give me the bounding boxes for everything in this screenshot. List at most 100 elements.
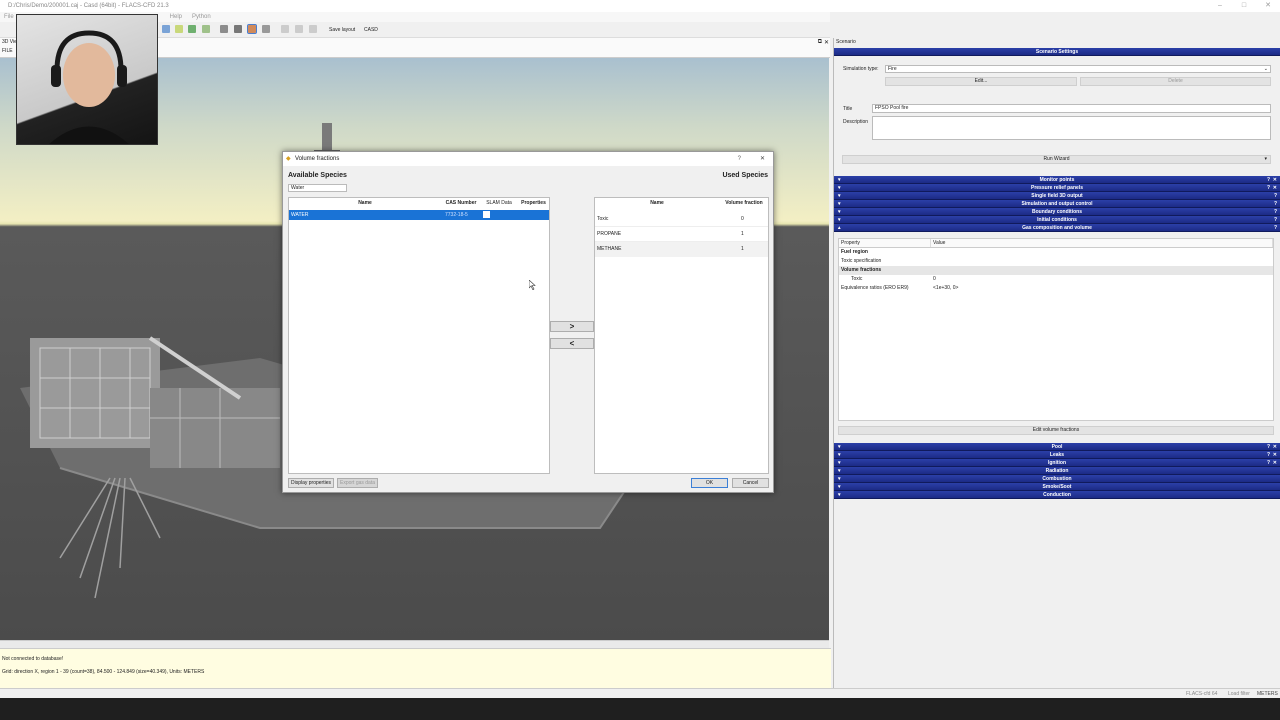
tool-filter-icon[interactable] xyxy=(175,25,183,33)
section-sim-output-control[interactable]: ▾ Simulation and output control? xyxy=(834,200,1280,208)
col-cas[interactable]: CAS Number xyxy=(441,199,481,208)
prop-row[interactable]: Fuel region xyxy=(839,248,1273,257)
help-icon[interactable]: ? xyxy=(1267,176,1270,184)
species-row-water[interactable]: WATER 7732-18-5 xyxy=(289,210,549,220)
help-button[interactable]: ? xyxy=(738,152,741,166)
expand-icon: ▾ xyxy=(838,177,841,183)
section-boundary-conditions[interactable]: ▾ Boundary conditions? xyxy=(834,208,1280,216)
tool-rotate-icon[interactable] xyxy=(295,25,303,33)
section-radiation[interactable]: ▾ Radiation xyxy=(834,467,1280,475)
col-name[interactable]: Name xyxy=(289,199,441,208)
expand-icon: ▾ xyxy=(838,201,841,207)
tool-select-icon[interactable] xyxy=(162,25,170,33)
section-conduction[interactable]: ▾ Conduction xyxy=(834,491,1280,499)
run-wizard-button[interactable]: Run Wizard ▾ xyxy=(842,155,1271,164)
export-gas-data-button[interactable]: Export gas data xyxy=(337,478,378,488)
col-volume-fraction[interactable]: Volume fraction xyxy=(719,199,769,208)
help-icon[interactable]: ? xyxy=(1267,184,1270,192)
expand-icon: ▾ xyxy=(838,444,841,450)
section-single-field[interactable]: ▾ Single field 3D output? xyxy=(834,192,1280,200)
section-label: Ignition xyxy=(1047,460,1067,466)
section-leaks[interactable]: ▾ Leaks? ✕ xyxy=(834,451,1280,459)
close-icon[interactable]: ✕ xyxy=(1273,176,1277,184)
prop-row[interactable]: Volume fractions xyxy=(839,266,1273,275)
delete-button[interactable]: Delete xyxy=(1080,77,1271,86)
used-row[interactable]: METHANE 1 xyxy=(595,242,768,257)
used-fraction: 1 xyxy=(741,246,744,252)
prop-value xyxy=(931,266,1273,275)
col-properties[interactable]: Properties xyxy=(517,199,550,208)
help-icon[interactable]: ? xyxy=(1267,459,1270,467)
help-icon[interactable]: ? xyxy=(1274,216,1277,224)
dialog-title: Volume fractions xyxy=(295,156,340,162)
prop-row[interactable]: Equivalence ratios (ERO ER9) <1e+30, 0> xyxy=(839,284,1273,293)
help-icon[interactable]: ? xyxy=(1267,451,1270,459)
close-window-button[interactable]: ✕ xyxy=(1256,0,1280,12)
move-left-button[interactable]: < xyxy=(550,338,594,349)
slam-checkbox[interactable] xyxy=(483,211,490,218)
minimize-button[interactable]: – xyxy=(1208,0,1232,12)
filter-status: Load filter xyxy=(1228,691,1250,697)
casd-button[interactable]: CASD xyxy=(364,26,378,34)
close-view-icon[interactable]: ✕ xyxy=(824,39,829,46)
ok-button[interactable]: OK xyxy=(691,478,728,488)
section-pressure-relief[interactable]: ▾ Pressure relief panels? ✕ xyxy=(834,184,1280,192)
sim-type-select[interactable]: Fire ⌄ xyxy=(885,65,1271,73)
section-initial-conditions[interactable]: ▾ Initial conditions? xyxy=(834,216,1280,224)
menu-help[interactable]: Help xyxy=(170,12,182,22)
help-icon[interactable]: ? xyxy=(1267,443,1270,451)
prop-name: Toxic xyxy=(851,276,863,282)
description-input[interactable] xyxy=(872,116,1271,140)
section-label: Smoke/Soot xyxy=(1042,484,1072,490)
prop-row[interactable]: Toxic specification xyxy=(839,257,1273,266)
expand-icon: ▾ xyxy=(838,460,841,466)
file-label: FILE xyxy=(2,48,13,54)
tool-edit-icon[interactable] xyxy=(188,25,196,33)
close-dialog-button[interactable]: ✕ xyxy=(760,152,765,166)
close-icon[interactable]: ✕ xyxy=(1273,443,1277,451)
used-row[interactable]: PROPANE 1 xyxy=(595,227,768,242)
used-fraction: 0 xyxy=(741,216,744,222)
col-used-name[interactable]: Name xyxy=(595,199,719,208)
used-row[interactable]: Toxic 0 xyxy=(595,212,768,227)
cancel-button[interactable]: Cancel xyxy=(732,478,769,488)
menu-python[interactable]: Python xyxy=(192,12,211,22)
menu-file[interactable]: File xyxy=(4,12,14,22)
section-gas-composition[interactable]: ▴ Gas composition and volume? xyxy=(834,224,1280,232)
title-input[interactable]: FPSO Pool fire xyxy=(872,104,1271,113)
help-icon[interactable]: ? xyxy=(1274,192,1277,200)
section-pool[interactable]: ▾ Pool? ✕ xyxy=(834,443,1280,451)
close-icon[interactable]: ✕ xyxy=(1273,451,1277,459)
help-icon[interactable]: ? xyxy=(1274,208,1277,216)
tool-zoom-icon[interactable] xyxy=(234,25,242,33)
section-label: Pool xyxy=(1051,444,1063,450)
help-icon[interactable]: ? xyxy=(1274,224,1277,232)
tool-layers-icon[interactable] xyxy=(262,25,270,33)
move-right-button[interactable]: > xyxy=(550,321,594,332)
section-monitor-points[interactable]: ▾ Monitor points? ✕ xyxy=(834,176,1280,184)
close-icon[interactable]: ✕ xyxy=(1273,459,1277,467)
float-view-icon[interactable]: ⧉ xyxy=(818,39,822,46)
app-icon: ◆ xyxy=(286,156,291,162)
maximize-button[interactable]: □ xyxy=(1232,0,1256,12)
display-properties-button[interactable]: Display properties xyxy=(288,478,334,488)
close-icon[interactable]: ✕ xyxy=(1273,184,1277,192)
section-ignition[interactable]: ▾ Ignition? ✕ xyxy=(834,459,1280,467)
section-smoke-soot[interactable]: ▾ Smoke/Soot xyxy=(834,483,1280,491)
prop-row[interactable]: Toxic 0 xyxy=(839,275,1273,284)
save-layout-button[interactable]: Save layout xyxy=(329,26,355,34)
help-icon[interactable]: ? xyxy=(1274,200,1277,208)
tool-grid-icon[interactable] xyxy=(202,25,210,33)
edit-button[interactable]: Edit... xyxy=(885,77,1077,86)
tool-measure-icon[interactable] xyxy=(220,25,228,33)
tool-move-icon[interactable] xyxy=(281,25,289,33)
species-search-input[interactable]: Water xyxy=(288,184,347,192)
section-label: Radiation xyxy=(1045,468,1069,474)
tool-pan-icon[interactable] xyxy=(309,25,317,33)
col-slam[interactable]: SLAM Data xyxy=(481,199,517,208)
edit-volume-fractions-button[interactable]: Edit volume fractions xyxy=(838,426,1274,435)
sim-type-value: Fire xyxy=(888,66,897,72)
viewport-scrollbar[interactable] xyxy=(0,640,829,648)
tool-highlight-icon[interactable] xyxy=(247,24,257,34)
section-combustion[interactable]: ▾ Combustion xyxy=(834,475,1280,483)
